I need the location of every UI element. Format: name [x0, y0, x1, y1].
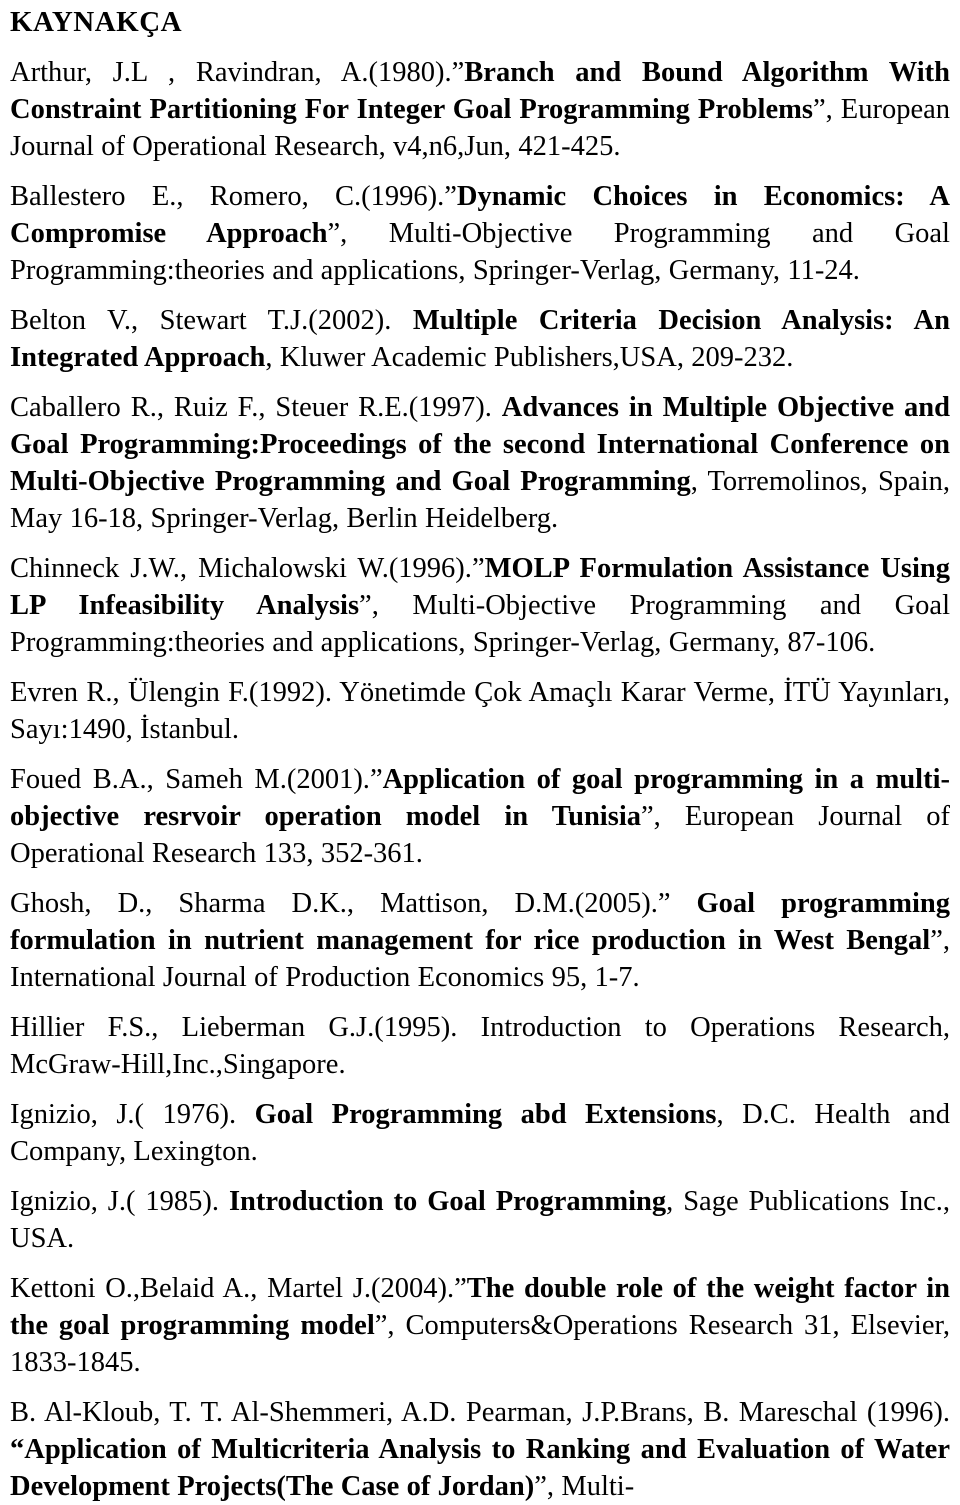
quote-close-glyph: ”	[359, 590, 372, 621]
quote-close-glyph: ”	[374, 1310, 388, 1341]
reference-authors: Ignizio, J.( 1985).	[10, 1186, 229, 1217]
quote-close-glyph: ”	[534, 1471, 547, 1502]
reference-entry: Caballero R., Ruiz F., Steuer R.E.(1997)…	[10, 389, 950, 537]
reference-entry: Chinneck J.W., Michalowski W.(1996).”MOL…	[10, 550, 950, 661]
quote-open-glyph: “	[10, 1434, 25, 1465]
reference-entry: Ballestero E., Romero, C.(1996).”Dynamic…	[10, 178, 950, 289]
reference-entry: Ignizio, J.( 1976). Goal Programming abd…	[10, 1096, 950, 1170]
quote-open-glyph: ”	[369, 764, 383, 795]
reference-authors: Hillier F.S., Lieberman G.J.(1995).	[10, 1012, 481, 1043]
reference-authors: B. Al-Kloub, T. T. Al-Shemmeri, A.D. Pea…	[10, 1397, 950, 1428]
reference-source: , Multi-	[546, 1471, 635, 1502]
quote-open-glyph: ”	[454, 1273, 467, 1304]
quote-open-glyph: ”	[657, 888, 697, 919]
quote-close-glyph: ”	[812, 94, 826, 125]
reference-entry: Foued B.A., Sameh M.(2001).”Application …	[10, 761, 950, 872]
reference-authors: Evren R., Ülengin F.(1992).	[10, 677, 340, 708]
quote-open-glyph: ”	[451, 57, 465, 88]
quote-close-glyph: ”	[327, 218, 341, 249]
quote-open-glyph: ”	[471, 553, 485, 584]
reference-authors: Foued B.A., Sameh M.(2001).	[10, 764, 370, 795]
reference-entry: Ghosh, D., Sharma D.K., Mattison, D.M.(2…	[10, 885, 950, 996]
reference-entry: B. Al-Kloub, T. T. Al-Shemmeri, A.D. Pea…	[10, 1394, 950, 1505]
quote-close-glyph: ”	[930, 925, 943, 956]
reference-authors: Kettoni O.,Belaid A., Martel J.(2004).	[10, 1273, 455, 1304]
reference-title: Introduction to Goal Programming	[228, 1186, 667, 1217]
reference-authors: Ballestero E., Romero, C.(1996).	[10, 181, 445, 212]
reference-authors: Caballero R., Ruiz F., Steuer R.E.(1997)…	[10, 392, 502, 423]
quote-close-glyph: ”	[641, 801, 654, 832]
reference-authors: Ghosh, D., Sharma D.K., Mattison, D.M.(2…	[10, 888, 658, 919]
reference-entry: Hillier F.S., Lieberman G.J.(1995). Intr…	[10, 1009, 950, 1083]
reference-title: Goal Programming abd Extensions	[254, 1099, 717, 1130]
reference-authors: Chinneck J.W., Michalowski W.(1996).	[10, 553, 472, 584]
reference-authors: Ignizio, J.( 1976).	[10, 1099, 255, 1130]
page-title: KAYNAKÇA	[10, 6, 183, 38]
reference-entry: Arthur, J.L , Ravindran, A.(1980).”Branc…	[10, 54, 950, 165]
reference-title: Application of Multicriteria Analysis to…	[10, 1434, 950, 1502]
reference-source: , Kluwer Academic Publishers,USA, 209-23…	[265, 342, 794, 373]
reference-entry: Evren R., Ülengin F.(1992). Yönetimde Ço…	[10, 674, 950, 748]
quote-open-glyph: ”	[444, 181, 457, 212]
reference-entry: Kettoni O.,Belaid A., Martel J.(2004).”T…	[10, 1270, 950, 1381]
document-page: KAYNAKÇA Arthur, J.L , Ravindran, A.(198…	[0, 0, 960, 1502]
reference-entry: Ignizio, J.( 1985). Introduction to Goal…	[10, 1183, 950, 1257]
reference-entry: Belton V., Stewart T.J.(2002). Multiple …	[10, 302, 950, 376]
reference-authors: Arthur, J.L , Ravindran, A.(1980).	[10, 57, 452, 88]
reference-authors: Belton V., Stewart T.J.(2002).	[10, 305, 413, 336]
